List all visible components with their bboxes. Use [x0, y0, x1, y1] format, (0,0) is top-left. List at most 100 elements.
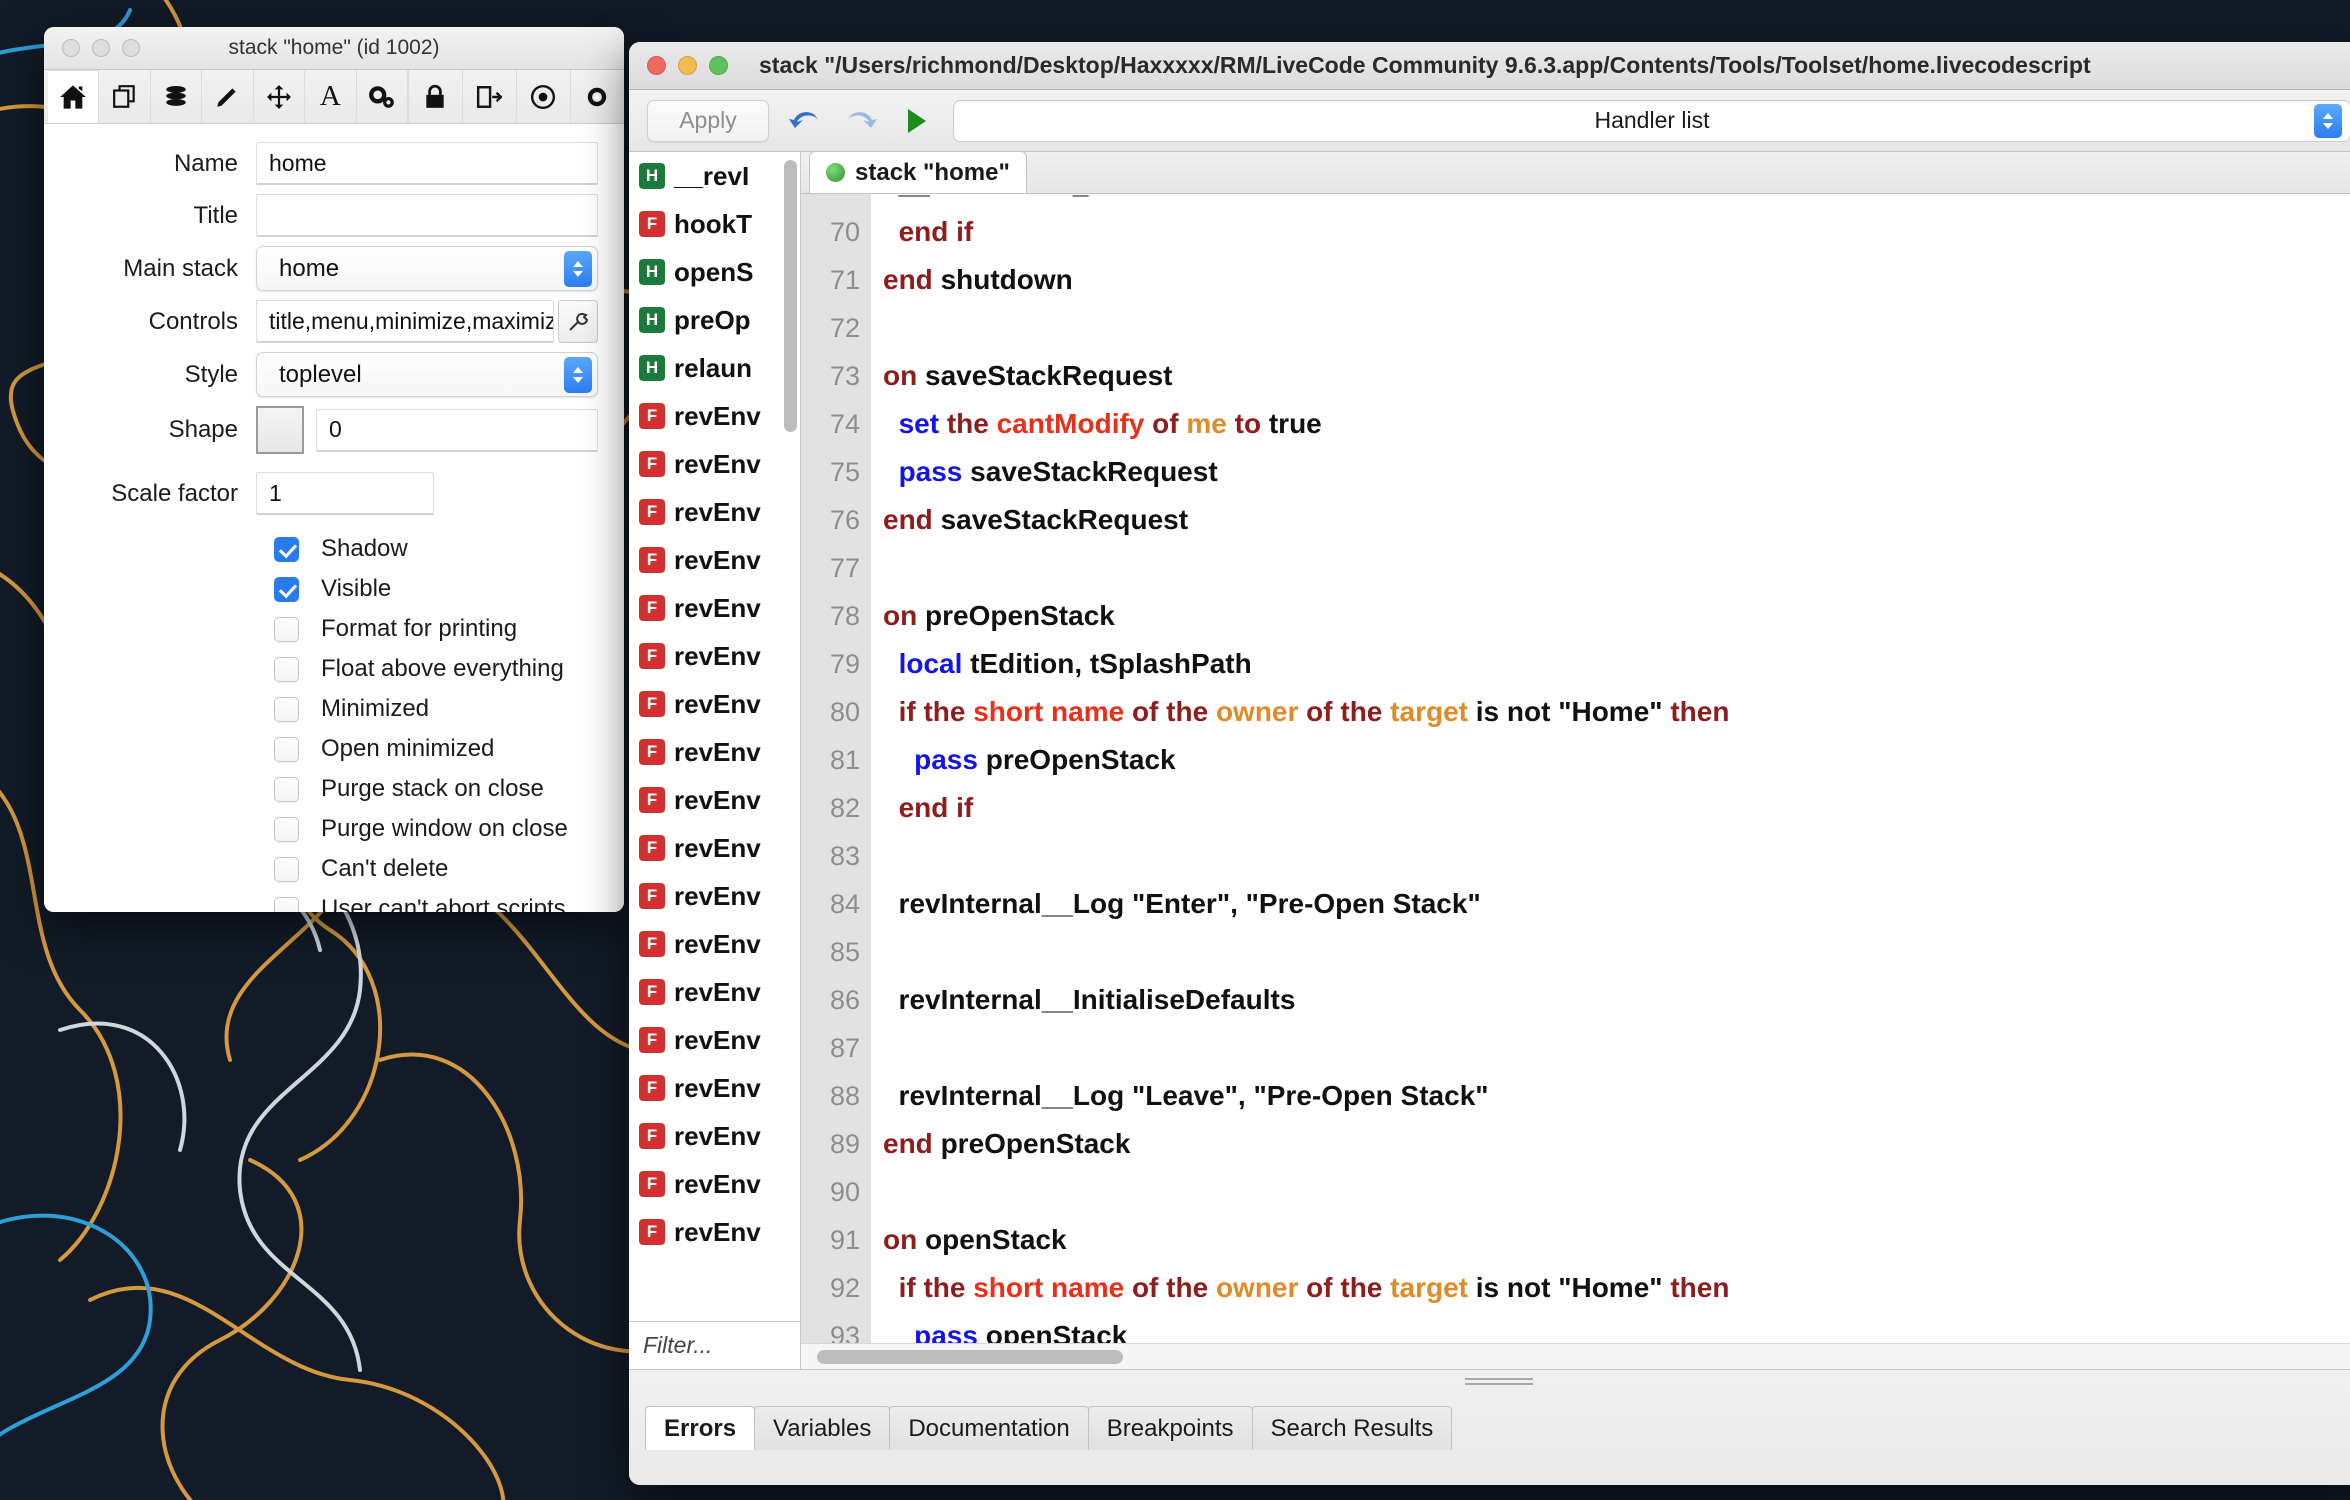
checkbox-row-cant-delete[interactable]: Can't delete	[44, 849, 598, 889]
text-A-icon[interactable]: A	[305, 70, 357, 123]
copy-icon[interactable]	[99, 70, 151, 123]
inspector-tab-bar[interactable]: A	[44, 70, 624, 124]
open-minimized-checkbox[interactable]	[274, 736, 299, 762]
handler-list-item[interactable]: FrevEnv	[629, 1016, 800, 1064]
handler-list-item[interactable]: FrevEnv	[629, 440, 800, 488]
scrollbar-thumb[interactable]	[817, 1349, 1123, 1364]
float-above-checkbox[interactable]	[274, 656, 299, 682]
script-editor-window[interactable]: stack "/Users/richmond/Desktop/Haxxxxx/R…	[629, 42, 2350, 1485]
handler-list-item[interactable]: FrevEnv	[629, 728, 800, 776]
editor-window-controls[interactable]	[629, 56, 728, 75]
handler-list-dropdown[interactable]: Handler list	[953, 99, 2350, 142]
bottom-tab-breakpoints[interactable]: Breakpoints	[1087, 1406, 1253, 1450]
code-line[interactable]: end if	[883, 784, 2350, 832]
move-icon[interactable]	[254, 70, 306, 123]
code-line[interactable]	[883, 544, 2350, 592]
handler-list-item[interactable]: FrevEnv	[629, 1112, 800, 1160]
database-icon[interactable]	[151, 70, 203, 123]
handler-list-item[interactable]: FrevEnv	[629, 1160, 800, 1208]
handler-list-item[interactable]: FrevEnv	[629, 1208, 800, 1256]
code-line[interactable]: on preOpenStack	[883, 592, 2350, 640]
close-button[interactable]	[62, 39, 80, 57]
pencil-icon[interactable]	[202, 70, 254, 123]
cant-delete-checkbox[interactable]	[274, 856, 299, 882]
handler-list-item[interactable]: FrevEnv	[629, 872, 800, 920]
visible-checkbox[interactable]	[274, 576, 299, 602]
code-line[interactable]	[883, 304, 2350, 352]
handler-list-item[interactable]: Hrelaun	[629, 344, 800, 392]
controls-picker-button[interactable]	[558, 300, 598, 343]
handler-list-item[interactable]: FrevEnv	[629, 824, 800, 872]
purge-window-checkbox[interactable]	[274, 816, 299, 842]
code-text[interactable]: __revInternal_SaveP end if end shutdown on…	[871, 194, 2350, 1343]
code-line[interactable]: pass openStack	[883, 1312, 2350, 1343]
export-icon[interactable]	[461, 70, 516, 123]
script-tab-home[interactable]: stack "home"	[809, 151, 1027, 193]
zoom-button[interactable]	[122, 39, 140, 57]
code-line[interactable]: end shutdown	[883, 256, 2350, 304]
scale-input[interactable]: 1	[256, 472, 434, 515]
code-line[interactable]: end preOpenStack	[883, 1120, 2350, 1168]
bottom-tab-variables[interactable]: Variables	[754, 1406, 891, 1450]
code-line[interactable]	[883, 832, 2350, 880]
code-line[interactable]	[883, 928, 2350, 976]
play-triangle-icon[interactable]	[897, 101, 937, 141]
gear-icon[interactable]	[569, 70, 624, 123]
code-line[interactable]: revInternal__Log "Enter", "Pre-Open Stac…	[883, 880, 2350, 928]
code-line[interactable]: if the short name of the owner of the ta…	[883, 1264, 2350, 1312]
checkbox-row-abort-scripts[interactable]: User can't abort scripts	[44, 889, 598, 912]
checkbox-row-purge-window[interactable]: Purge window on close	[44, 809, 598, 849]
handler-list[interactable]: H __revI FhookT HopenS HpreOp Hrelaun FrevEnv F…	[629, 152, 800, 1321]
filter-input[interactable]: Filter...	[629, 1321, 800, 1369]
handler-list-item[interactable]: FrevEnv	[629, 488, 800, 536]
handler-list-item[interactable]: H __revI	[629, 152, 800, 200]
handler-list-item[interactable]: FrevEnv	[629, 920, 800, 968]
handler-list-item[interactable]: HopenS	[629, 248, 800, 296]
bottom-tab-errors[interactable]: Errors	[645, 1406, 756, 1450]
home-icon[interactable]	[48, 70, 100, 123]
stack-inspector-window[interactable]: stack "home" (id 1002) A Name home Title…	[44, 27, 624, 912]
undo-arrow-icon[interactable]	[785, 101, 825, 141]
checkbox-row-shadow[interactable]: Shadow	[44, 529, 598, 569]
handler-list-item[interactable]: FrevEnv	[629, 776, 800, 824]
chevron-updown-icon[interactable]	[564, 251, 592, 287]
code-line[interactable]: __revInternal_SaveP	[883, 194, 2350, 208]
code-line[interactable]: end if	[883, 208, 2350, 256]
shape-swatch[interactable]	[256, 406, 304, 454]
inspector-titlebar[interactable]: stack "home" (id 1002)	[44, 27, 624, 70]
name-input[interactable]: home	[256, 142, 598, 185]
code-line[interactable]: end saveStackRequest	[883, 496, 2350, 544]
code-line[interactable]: pass saveStackRequest	[883, 448, 2350, 496]
code-editor[interactable]: 69 70 71 72 73 74 75 76 77 78 79 80 81 82 83 84 85 86 87 88…	[801, 194, 2350, 1343]
format-printing-checkbox[interactable]	[274, 616, 299, 642]
purge-stack-checkbox[interactable]	[274, 776, 299, 802]
style-select[interactable]: toplevel	[256, 352, 598, 397]
checkbox-row-visible[interactable]: Visible	[44, 569, 598, 609]
code-line[interactable]: on saveStackRequest	[883, 352, 2350, 400]
code-line[interactable]: revInternal__Log "Leave", "Pre-Open Stac…	[883, 1072, 2350, 1120]
bottom-tab-search-results[interactable]: Search Results	[1251, 1406, 1453, 1450]
controls-input[interactable]: title,menu,minimize,maximize	[256, 300, 554, 343]
code-line[interactable]: if the short name of the owner of the ta…	[883, 688, 2350, 736]
redo-arrow-icon[interactable]	[841, 101, 881, 141]
shadow-checkbox[interactable]	[274, 536, 299, 562]
inspector-right-tools[interactable]	[407, 70, 624, 123]
minimize-button[interactable]	[92, 39, 110, 57]
code-line[interactable]: revInternal__InitialiseDefaults	[883, 976, 2350, 1024]
handler-list-item[interactable]: FrevEnv	[629, 536, 800, 584]
script-tabstrip[interactable]: stack "home"	[801, 151, 2350, 194]
checkbox-row-float-above[interactable]: Float above everything	[44, 649, 598, 689]
code-line[interactable]: on openStack	[883, 1216, 2350, 1264]
handler-list-scrollbar[interactable]	[784, 160, 797, 432]
code-horizontal-scrollbar[interactable]	[801, 1343, 2350, 1369]
title-input[interactable]	[256, 194, 598, 237]
handler-list-item[interactable]: HpreOp	[629, 296, 800, 344]
chevron-updown-icon[interactable]	[2314, 103, 2342, 138]
editor-toolbar[interactable]: Apply Handler list	[629, 90, 2350, 152]
code-line[interactable]	[883, 1168, 2350, 1216]
mainstack-select[interactable]: home	[256, 246, 598, 291]
handler-list-item[interactable]: FrevEnv	[629, 1064, 800, 1112]
handler-list-item[interactable]: FrevEnv	[629, 968, 800, 1016]
checkbox-row-open-minimized[interactable]: Open minimized	[44, 729, 598, 769]
code-line[interactable]: pass preOpenStack	[883, 736, 2350, 784]
